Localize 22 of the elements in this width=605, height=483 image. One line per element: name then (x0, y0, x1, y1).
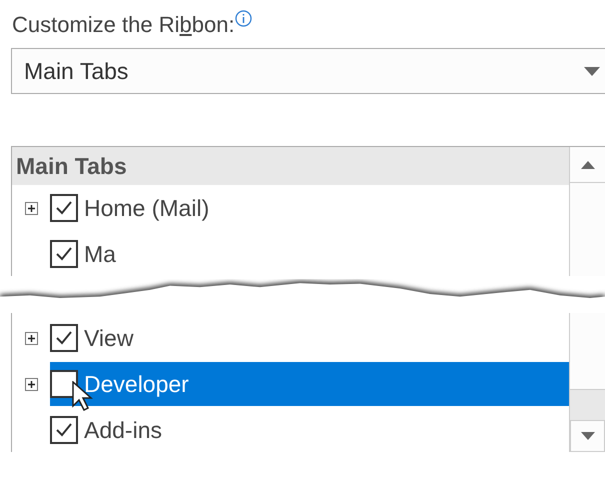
expand-icon[interactable] (24, 202, 38, 214)
up-arrow-icon (580, 160, 594, 168)
expand-icon[interactable] (24, 378, 38, 390)
list-header: Main Tabs (12, 147, 569, 185)
checkbox[interactable] (50, 416, 78, 444)
tab-label: View (84, 324, 134, 353)
tabs-dropdown[interactable]: Main Tabs (11, 48, 605, 94)
tab-label: Developer (84, 370, 189, 399)
scroll-down-button[interactable] (570, 420, 605, 452)
checkbox[interactable] (50, 240, 78, 268)
section-label: Customize the Ribbon: (12, 11, 235, 39)
info-icon (234, 10, 252, 27)
down-arrow-icon (580, 432, 594, 440)
expand-icon[interactable] (24, 332, 38, 344)
checkbox[interactable] (50, 324, 78, 352)
tab-label: Home (Mail) (84, 194, 210, 223)
scroll-thumb[interactable] (570, 312, 605, 390)
dropdown-arrow-icon (584, 66, 600, 76)
tab-label: Add-ins (84, 416, 162, 445)
checkbox[interactable] (50, 194, 78, 222)
scrollbar[interactable] (569, 147, 605, 276)
tab-label: Ma (84, 240, 116, 269)
